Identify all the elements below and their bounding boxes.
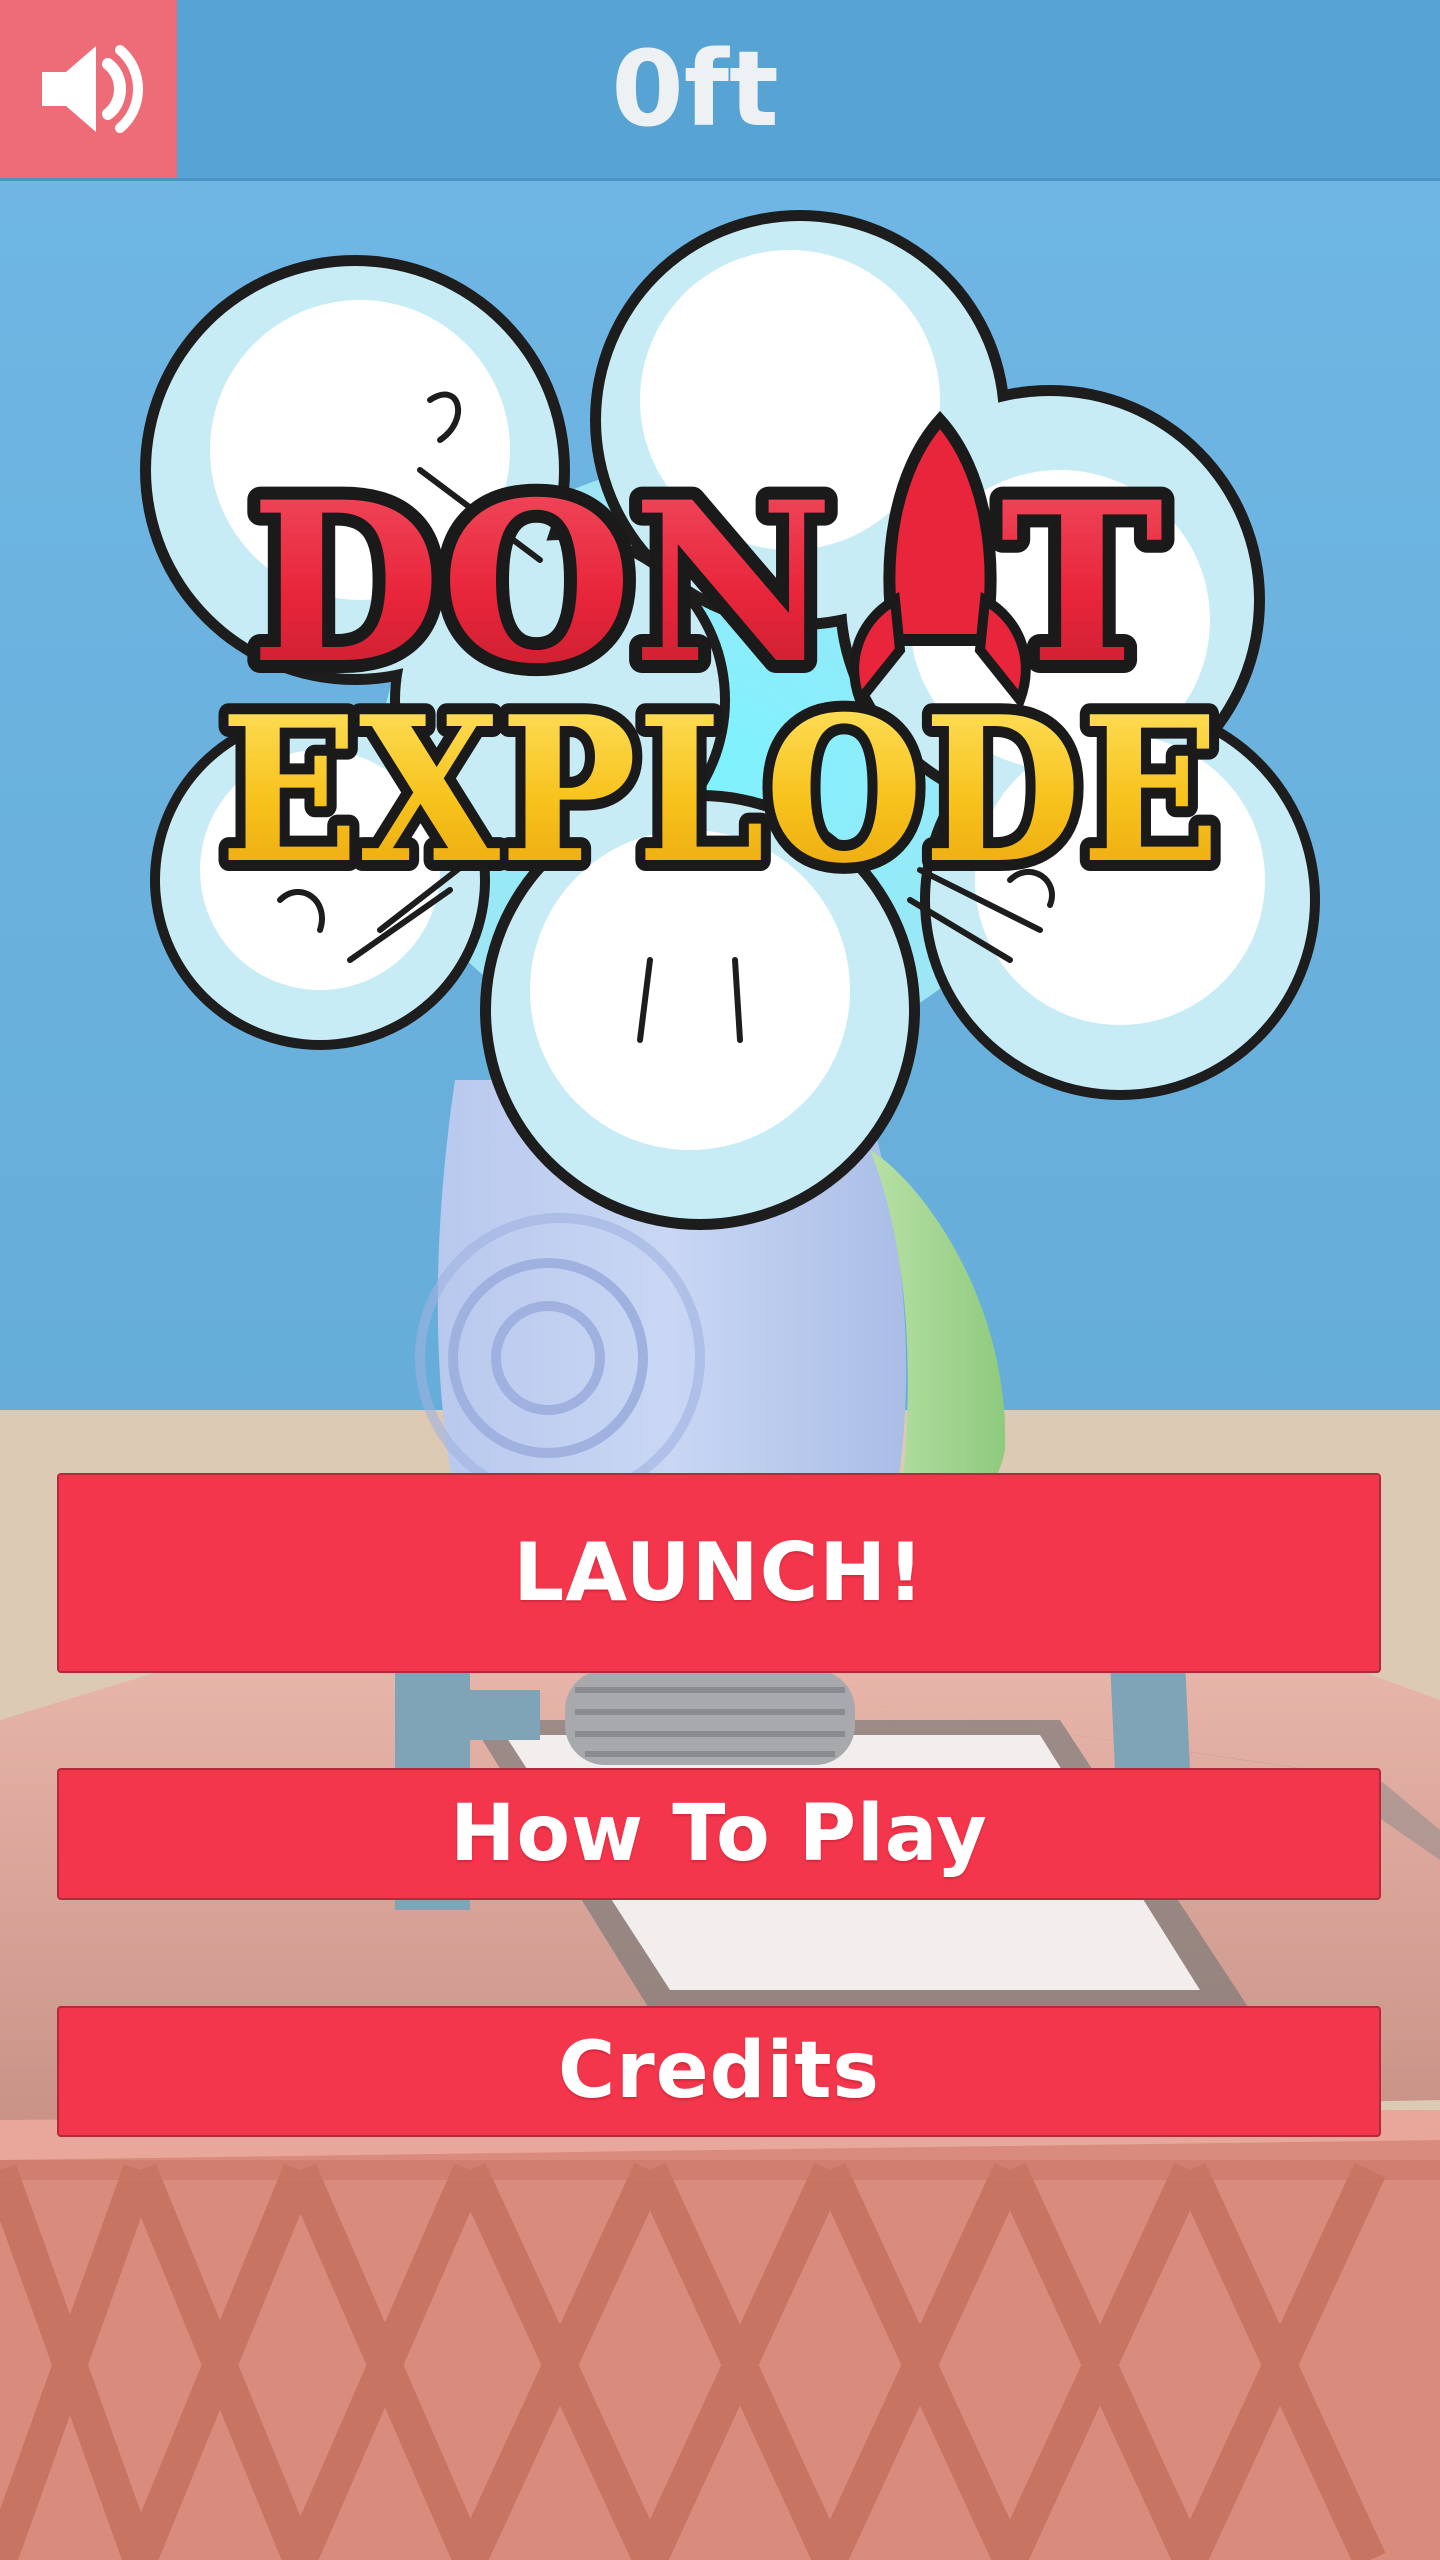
svg-text:EXPLODE: EXPLODE (220, 673, 1220, 908)
launch-button[interactable]: LAUNCH! (57, 1473, 1381, 1673)
sound-toggle-button[interactable] (0, 0, 177, 178)
logo-title-line2: EXPLODE EXPLODE (209, 662, 1231, 919)
rocket-nozzle (565, 1670, 855, 1765)
how-to-play-button[interactable]: How To Play (57, 1768, 1381, 1900)
game-screen: DON DON T T EXPLODE EXPLODE 0ft LAUNCH! … (0, 0, 1440, 2560)
credits-button[interactable]: Credits (57, 2006, 1381, 2137)
distance-counter: 0ft (611, 28, 779, 150)
top-bar: 0ft (0, 0, 1440, 181)
speaker-volume-icon (41, 45, 143, 133)
game-logo: DON DON T T EXPLODE EXPLODE (140, 210, 1320, 1230)
